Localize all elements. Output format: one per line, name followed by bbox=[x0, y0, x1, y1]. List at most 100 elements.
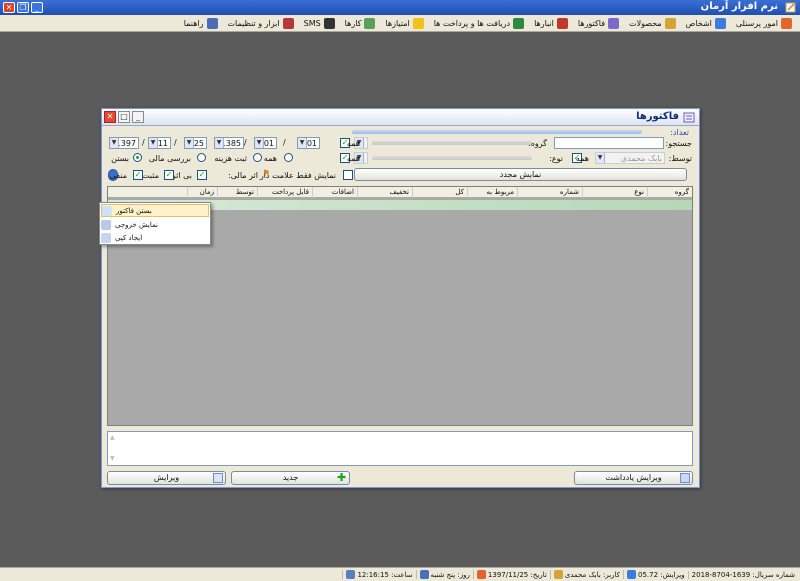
star-icon bbox=[412, 17, 424, 29]
persons-icon bbox=[714, 17, 726, 29]
radio-all[interactable] bbox=[284, 153, 293, 162]
col-number[interactable]: شماره bbox=[517, 187, 582, 198]
close-window-button[interactable]: ✕ bbox=[3, 2, 15, 13]
app-titlebar: نرم افزار آرمان ✕ ❐ _ bbox=[0, 0, 800, 15]
menu-item-1[interactable]: اشخاص bbox=[681, 17, 731, 29]
close-invoice-icon bbox=[102, 205, 112, 216]
col-related-to[interactable]: مربوط به bbox=[467, 187, 517, 198]
help-icon bbox=[206, 17, 218, 29]
statusbar: شماره سریال: 1639-8704-2018 ویرایش: 05.7… bbox=[0, 567, 800, 581]
calendar-grid-icon bbox=[346, 570, 356, 579]
date-from-month[interactable]: ▼ 01 bbox=[254, 137, 277, 149]
type-label: نوع: bbox=[549, 154, 563, 163]
menu-item-4[interactable]: انبارها bbox=[529, 17, 573, 29]
plus-icon: ✚ bbox=[337, 471, 347, 484]
menu-item-label: انبارها bbox=[534, 18, 554, 28]
dialog-close-button[interactable]: ✕ bbox=[104, 111, 116, 123]
search-input[interactable] bbox=[554, 137, 664, 149]
minimize-window-button[interactable]: _ bbox=[31, 2, 43, 13]
date-to-month[interactable]: ▼ 11 bbox=[148, 137, 171, 149]
menu-item-label: SMS bbox=[303, 18, 321, 28]
menu-item-6[interactable]: امتیازها bbox=[380, 17, 428, 29]
radio-all-label: همه bbox=[263, 154, 277, 163]
dialog-minimize-button[interactable]: _ bbox=[132, 111, 144, 123]
tools-icon bbox=[282, 17, 294, 29]
edit-note-button[interactable]: ویرایش یادداشت bbox=[574, 471, 693, 485]
menu-item-7[interactable]: کارها bbox=[340, 17, 381, 29]
menu-item-8[interactable]: SMS bbox=[299, 17, 340, 29]
sms-icon bbox=[323, 17, 335, 29]
col-time[interactable]: زمان bbox=[187, 187, 217, 198]
app-title: نرم افزار آرمان bbox=[700, 1, 778, 12]
notes-scrollbar[interactable]: ▲ ▼ bbox=[110, 434, 116, 465]
effect-positive-checkbox[interactable]: ✓ bbox=[164, 170, 174, 180]
menu-item-0[interactable]: امور پرسنلی bbox=[731, 17, 797, 29]
status-time: ساعت: 12:16:15 bbox=[342, 570, 415, 579]
menu-item-label: فاکتورها bbox=[577, 18, 606, 28]
col-by[interactable]: توسط bbox=[217, 187, 257, 198]
menu-item-label: امتیازها bbox=[385, 18, 410, 28]
date-to-year[interactable]: ▼ 1397 bbox=[109, 137, 139, 149]
notes-textarea[interactable]: ▲ ▼ bbox=[107, 431, 693, 466]
pencil-icon bbox=[553, 570, 563, 579]
ctx-close-invoice[interactable]: بستن فاکتور bbox=[101, 204, 209, 217]
grid-header: گروه نوع شماره مربوط به کل تخفیف اضافات … bbox=[108, 187, 692, 198]
date-from-day[interactable]: ▼ 01 bbox=[297, 137, 320, 149]
status-date: تاریخ: 1397/11/25 bbox=[472, 570, 550, 579]
search-label: جستجو: bbox=[665, 139, 693, 148]
col-total[interactable]: کل bbox=[412, 187, 467, 198]
restore-window-button[interactable]: ❐ bbox=[17, 2, 29, 13]
count-label: تعداد: bbox=[670, 128, 689, 137]
effect-positive-label: مثبت bbox=[142, 171, 159, 180]
calendar-icon bbox=[419, 570, 429, 579]
col-payable[interactable]: قابل پرداخت bbox=[257, 187, 312, 198]
group-field bbox=[372, 141, 532, 145]
col-type[interactable]: نوع bbox=[582, 187, 647, 198]
menu-item-label: دریافت ها و پرداخت ها bbox=[433, 18, 511, 28]
new-button[interactable]: جدید ✚ bbox=[231, 471, 350, 485]
invoice-icon bbox=[683, 112, 695, 123]
ctx-make-copy[interactable]: ایجاد کپی bbox=[101, 231, 209, 244]
invoices-dialog: فاکتورها ✕ □ _ تعداد: جستجو: گروه: ▼ ✓ ه… bbox=[101, 108, 700, 488]
col-additions[interactable]: اضافات bbox=[312, 187, 357, 198]
dialog-maximize-button[interactable]: □ bbox=[118, 111, 130, 123]
menubar: امور پرسنلی اشخاص محصولات فاکتورها انبارها در… bbox=[0, 15, 800, 32]
type-all-label: همه bbox=[346, 154, 360, 163]
flag-icon: ⚑ bbox=[262, 169, 271, 179]
pencil-note-icon bbox=[785, 2, 797, 13]
radio-close[interactable] bbox=[133, 153, 142, 162]
by-dropdown[interactable]: ▼ بابک محمدی bbox=[595, 152, 665, 164]
effect-none-checkbox[interactable]: ✓ bbox=[197, 170, 207, 180]
radio-cost[interactable] bbox=[253, 153, 262, 162]
ctx-show-output[interactable]: نمایش خروجی bbox=[101, 218, 209, 231]
col-group[interactable]: گروه bbox=[647, 187, 692, 198]
menu-item-label: محصولات bbox=[629, 18, 662, 28]
window-controls: ✕ ❐ _ bbox=[3, 2, 43, 13]
radio-financial-review[interactable] bbox=[197, 153, 206, 162]
menu-item-10[interactable]: راهنما bbox=[179, 17, 223, 29]
menu-item-9[interactable]: ابزار و تنظیمات bbox=[223, 17, 299, 29]
status-serial: شماره سریال: 1639-8704-2018 bbox=[687, 570, 798, 579]
effect-negative-label: منفی bbox=[109, 171, 127, 180]
date-from-year[interactable]: ▼ 1385 bbox=[214, 137, 244, 149]
menu-item-2[interactable]: محصولات bbox=[624, 17, 681, 29]
menu-item-3[interactable]: فاکتورها bbox=[573, 17, 624, 29]
menu-item-5[interactable]: دریافت ها و پرداخت ها bbox=[429, 17, 529, 29]
refresh-button[interactable]: نمایش مجدد bbox=[354, 168, 687, 181]
box-icon bbox=[664, 17, 676, 29]
menu-item-label: اشخاص bbox=[685, 18, 712, 28]
edit-button[interactable]: ویرایش bbox=[107, 471, 226, 485]
people-icon bbox=[476, 570, 486, 579]
menu-item-label: کارها bbox=[344, 18, 362, 28]
note-icon bbox=[680, 473, 690, 483]
mark-only-label: نمایش فقط علامت دار bbox=[259, 171, 336, 180]
col-discount[interactable]: تخفیف bbox=[357, 187, 412, 198]
mark-only-checkbox[interactable] bbox=[343, 170, 353, 180]
count-separator bbox=[352, 130, 642, 134]
effect-negative-checkbox[interactable]: ✓ bbox=[133, 170, 143, 180]
menu-item-label: امور پرسنلی bbox=[735, 18, 778, 28]
type-field bbox=[372, 156, 532, 160]
date-to-day[interactable]: ▼ 25 bbox=[184, 137, 207, 149]
edit-icon bbox=[213, 473, 223, 483]
radio-cost-label: ثبت هزینه bbox=[214, 154, 247, 163]
